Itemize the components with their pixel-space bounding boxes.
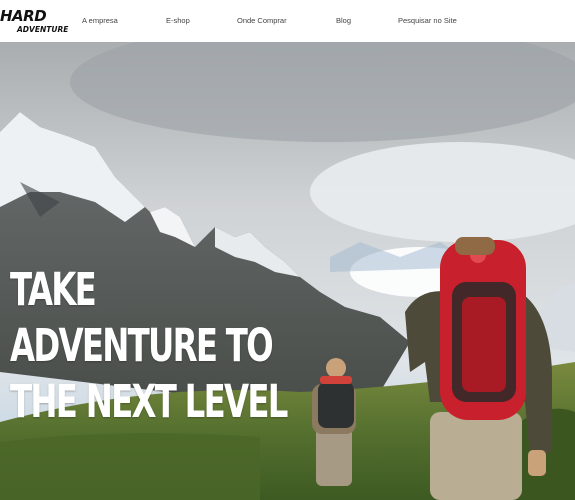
nav-link-a-empresa[interactable]: A empresa [82,16,118,26]
nav-link-e-shop[interactable]: E-shop [166,16,190,26]
hero-banner: TAKE ADVENTURE TO THE NEXT LEVEL [0,42,575,500]
hero-headline: TAKE ADVENTURE TO THE NEXT LEVEL [10,262,288,430]
nav-link-onde-comprar[interactable]: Onde Comprar [237,16,287,26]
brand-tagline: ADVENTURE [17,25,69,34]
nav-link-pesquisar[interactable]: Pesquisar no Site [398,16,457,26]
brand-name: HARD [0,7,47,25]
headline-line-2: ADVENTURE TO [10,319,274,372]
headline-line-3: THE NEXT LEVEL [10,375,288,428]
brand-logo[interactable]: HARD ADVENTURE [0,9,68,37]
nav-link-blog[interactable]: Blog [336,16,351,26]
site-header: HARD ADVENTURE A empresa E-shop Onde Com… [0,0,575,42]
headline-line-1: TAKE [10,263,97,316]
